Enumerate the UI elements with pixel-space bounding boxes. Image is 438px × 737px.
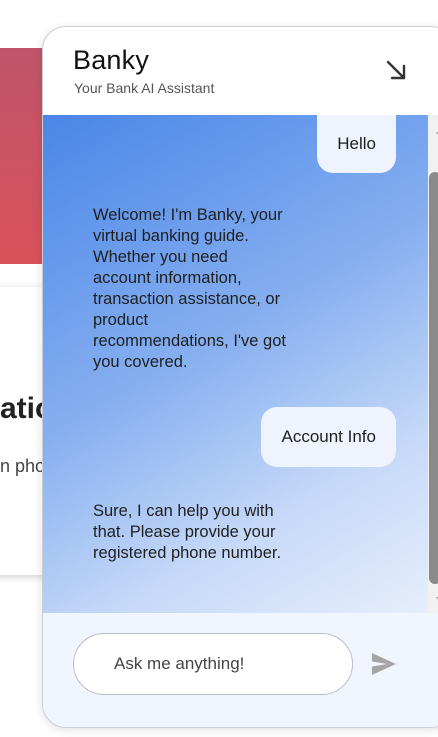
user-message: Account Info	[261, 407, 396, 467]
scroll-up-arrow-icon[interactable]	[428, 123, 438, 137]
background-subtext: n pho	[0, 456, 46, 476]
send-icon	[372, 653, 396, 675]
chat-header: Banky Your Bank AI Assistant	[43, 27, 438, 115]
scrollbar-thumb[interactable]	[429, 172, 438, 584]
chat-title: Banky	[73, 45, 150, 75]
send-button[interactable]	[369, 649, 399, 679]
message-scrollbar[interactable]	[428, 115, 438, 613]
minimize-button[interactable]	[383, 57, 411, 85]
message-input[interactable]	[73, 633, 353, 695]
bot-message: Welcome! I'm Banky, your virtual banking…	[93, 206, 286, 371]
bot-message: Sure, I can help you with that. Please p…	[93, 502, 282, 562]
message-list[interactable]: Hello Welcome! I'm Banky, your virtual b…	[43, 115, 428, 613]
arrow-down-right-icon	[386, 60, 406, 80]
chat-subtitle: Your Bank AI Assistant	[74, 80, 215, 96]
chat-widget: Banky Your Bank AI Assistant Hello Welco…	[42, 26, 438, 728]
chat-footer	[43, 613, 438, 727]
user-message: Hello	[317, 115, 396, 173]
scroll-down-arrow-icon[interactable]	[428, 593, 438, 607]
